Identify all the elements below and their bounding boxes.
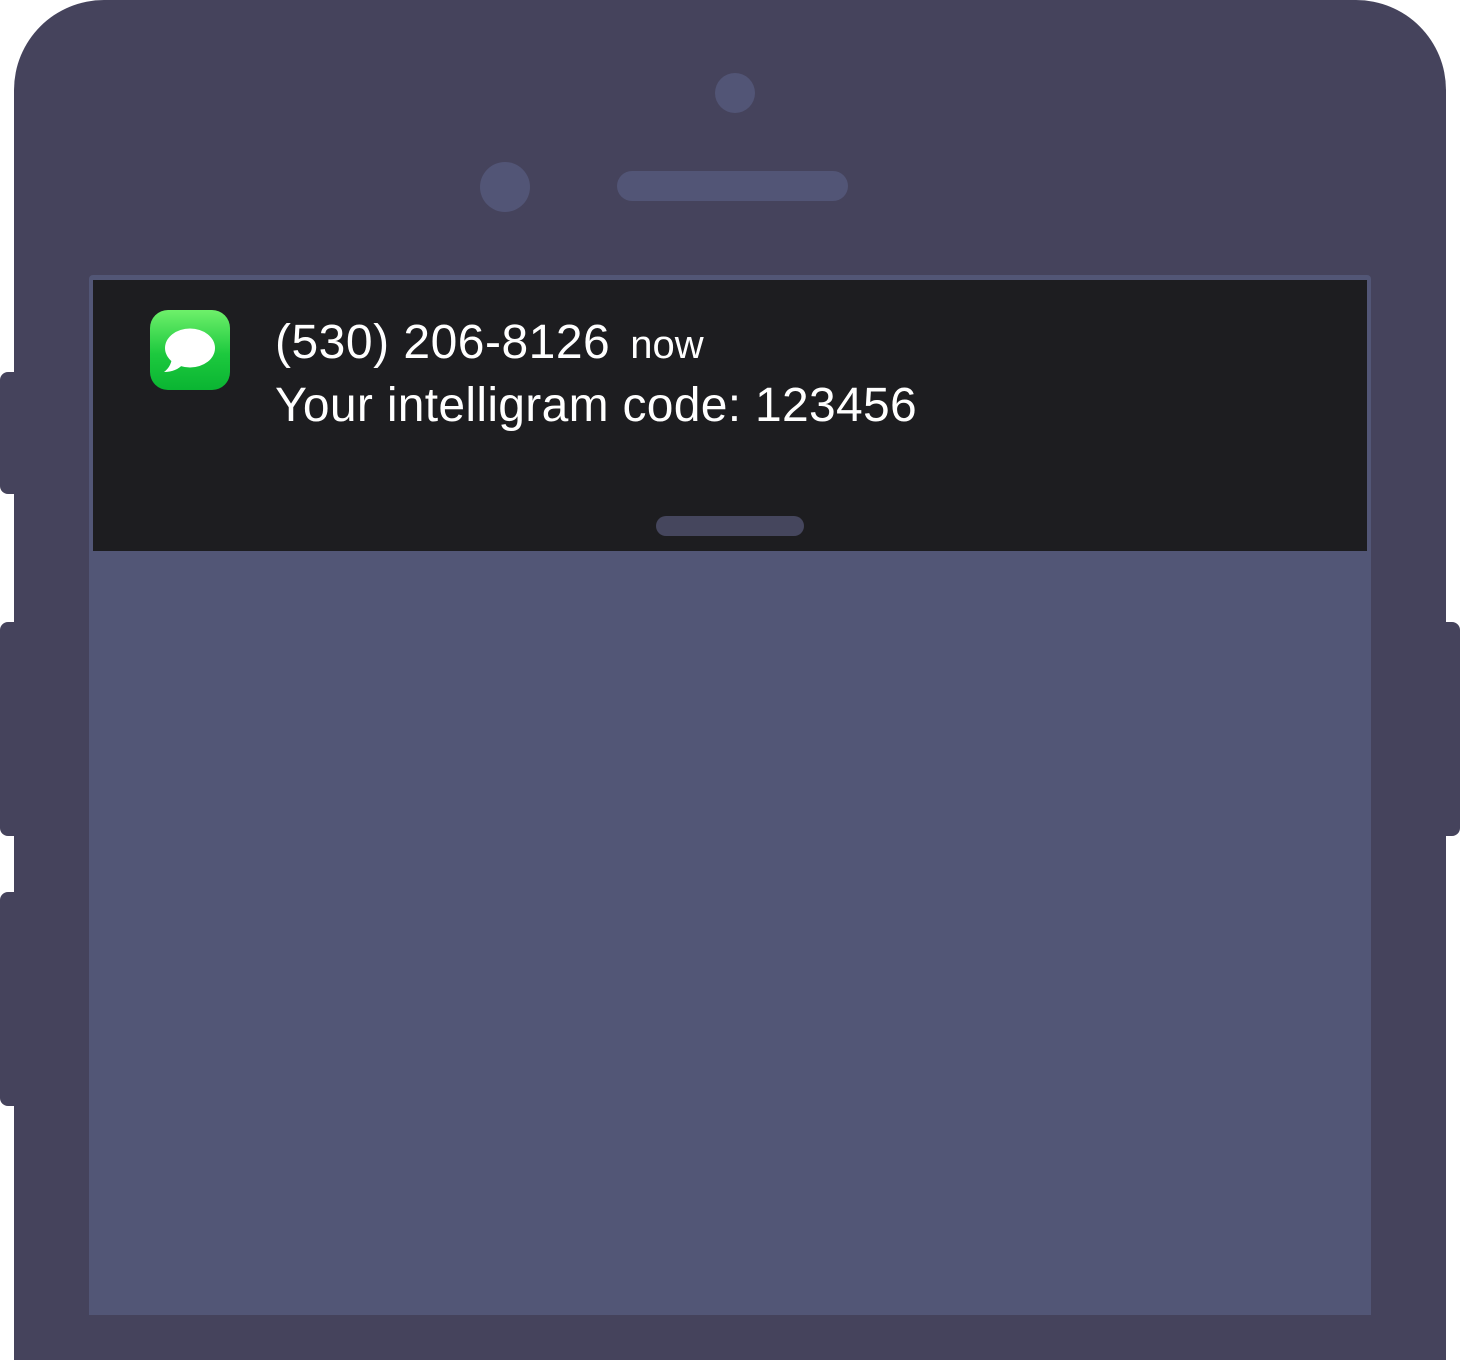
notification-time: now — [630, 323, 704, 367]
power-button — [1442, 622, 1460, 836]
volume-up-button — [0, 622, 18, 836]
proximity-sensor — [480, 162, 530, 212]
mute-switch — [0, 372, 18, 494]
front-camera — [715, 73, 755, 113]
notification-message: Your intelligram code: 123456 — [275, 379, 918, 432]
earpiece-speaker — [617, 171, 848, 201]
message-notification[interactable]: (530) 206-8126 now Your intelligram code:… — [93, 280, 1367, 551]
sender-phone-number: (530) 206-8126 — [275, 316, 611, 369]
phone-screen: (530) 206-8126 now Your intelligram code:… — [89, 275, 1371, 1315]
volume-down-button — [0, 892, 18, 1106]
notification-grabber-handle[interactable] — [656, 516, 804, 536]
notification-header: (530) 206-8126 now — [275, 315, 704, 370]
messages-app-icon — [150, 310, 230, 390]
speech-bubble-icon — [164, 328, 215, 372]
